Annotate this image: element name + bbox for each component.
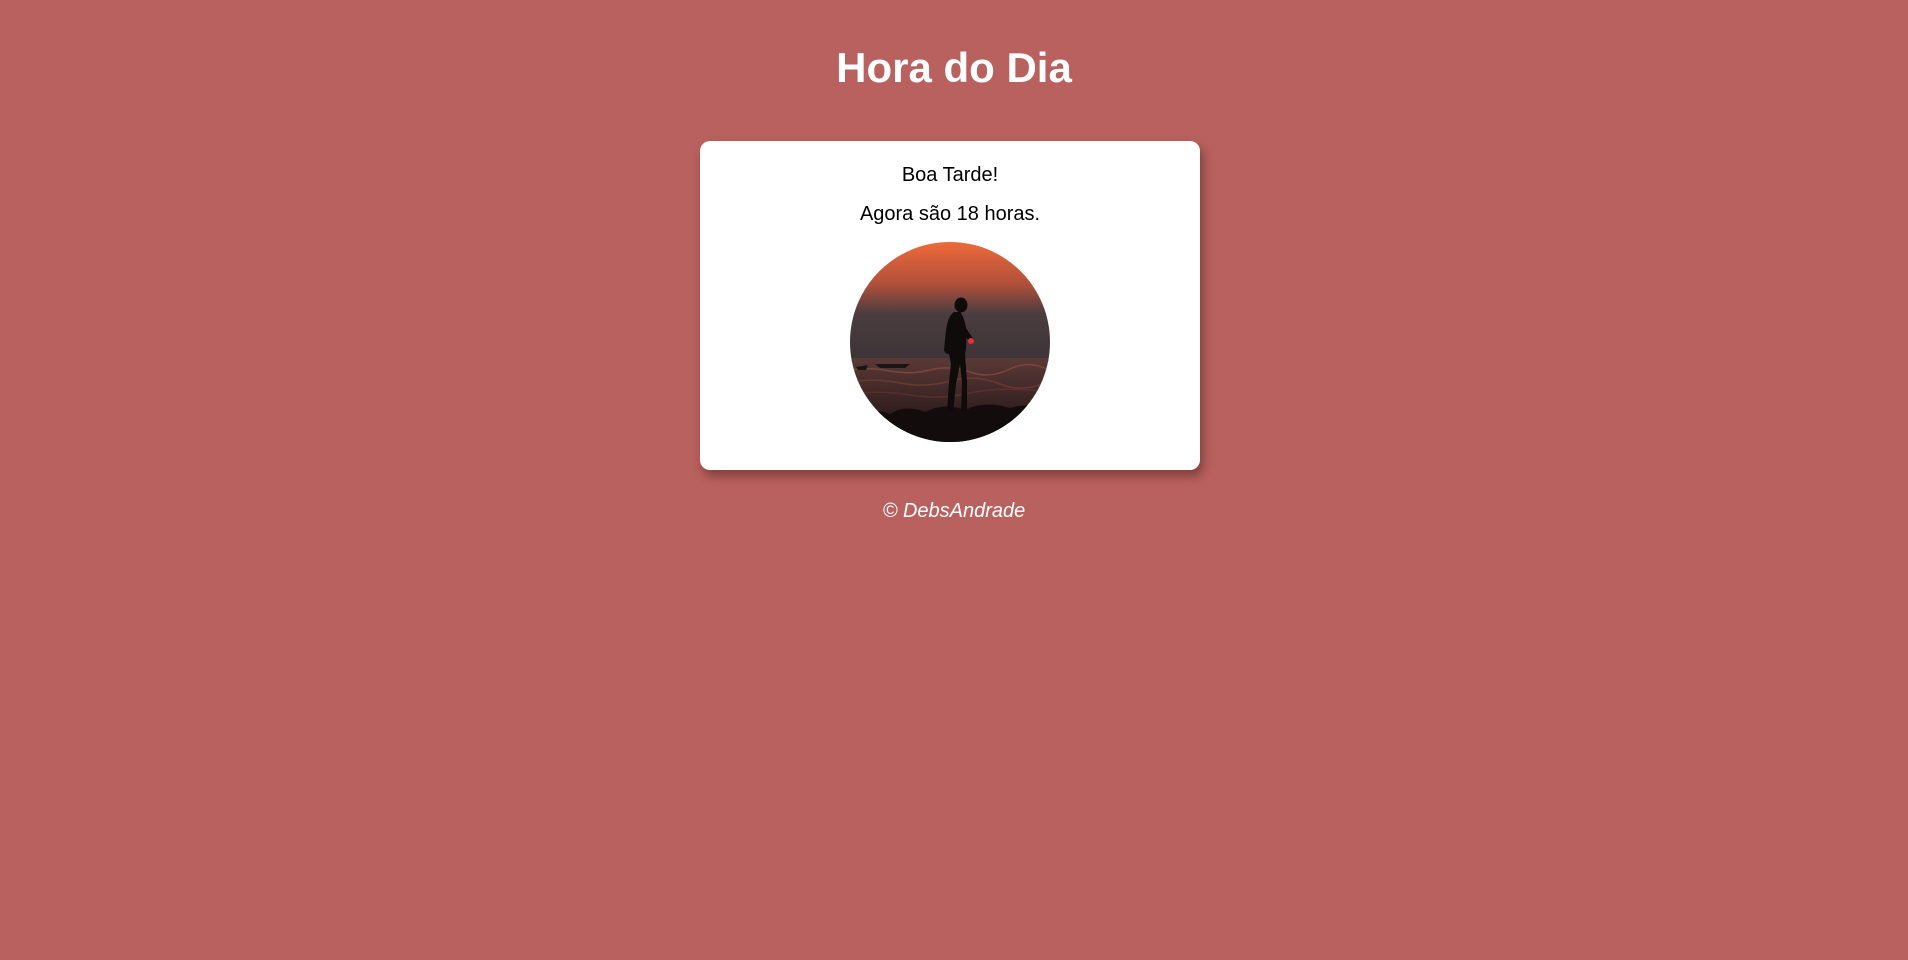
greeting-text: Boa Tarde! (901, 164, 999, 186)
page-title: Hora do Dia (836, 44, 1072, 91)
time-card: Boa Tarde! Agora são 18 horas. (700, 141, 1200, 470)
copyright-footer: © DebsAndrade (882, 500, 1026, 522)
sunset-photo (850, 242, 1050, 442)
hour-message: Agora são 18 horas. (859, 203, 1041, 225)
